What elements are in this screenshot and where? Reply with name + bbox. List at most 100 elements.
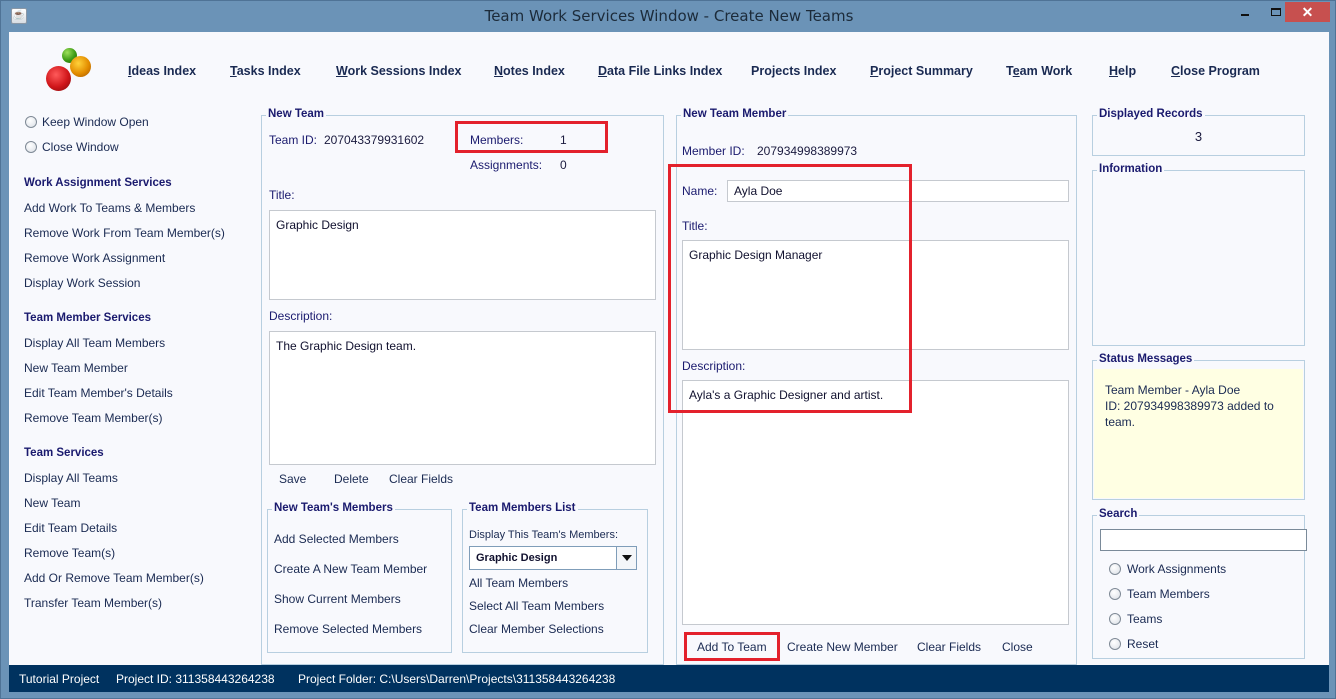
nav-label: deas Index [131, 64, 197, 78]
clear-member-selections-button[interactable]: Clear Member Selections [469, 622, 604, 636]
team-members-list-group: Team Members List Display This Team's Me… [462, 502, 648, 653]
nav-mnemonic: T [230, 64, 237, 78]
minimize-icon [1241, 14, 1249, 16]
status-project-id: Project ID: 311358443264238 [116, 672, 275, 686]
sidebar-item-remove-work-assignment[interactable]: Remove Work Assignment [24, 251, 165, 265]
remove-selected-members-button[interactable]: Remove Selected Members [274, 622, 422, 636]
nav-label: am Work [1019, 64, 1073, 78]
member-title-textarea[interactable]: Graphic Design Manager [682, 240, 1069, 350]
nav-mnemonic: C [1171, 64, 1181, 78]
nav-label: asks Index [236, 64, 301, 78]
member-title-label: Title: [682, 219, 708, 233]
maximize-icon [1271, 8, 1281, 16]
search-radio-work-assignments[interactable]: Work Assignments [1109, 562, 1226, 576]
status-project-folder: Project Folder: C:\Users\Darren\Projects… [298, 672, 616, 686]
save-team-button[interactable]: Save [279, 472, 306, 486]
chevron-down-icon[interactable] [616, 547, 636, 569]
create-new-member-button[interactable]: Create New Member [787, 640, 898, 654]
sidebar-item-edit-team-details[interactable]: Edit Team Details [24, 521, 117, 535]
assignments-label: Assignments: [470, 158, 543, 172]
nav-label-prefix: T [1006, 64, 1013, 78]
displayed-records-group: Displayed Records 3 [1092, 108, 1305, 156]
nav-label: elp [1118, 64, 1137, 78]
minimize-button[interactable] [1231, 2, 1259, 22]
radio-label: Close Window [42, 140, 119, 154]
search-group: Search Work Assignments Team Members Tea… [1092, 508, 1307, 659]
member-description-textarea[interactable]: Ayla's a Graphic Designer and artist. [682, 380, 1069, 625]
search-input[interactable] [1100, 529, 1307, 551]
select-all-team-members-button[interactable]: Select All Team Members [469, 599, 604, 613]
nav-data-file-links-index[interactable]: Data File Links Index [598, 64, 722, 78]
team-select-dropdown[interactable]: Graphic Design [469, 546, 637, 570]
clear-team-fields-button[interactable]: Clear Fields [389, 472, 453, 486]
clear-member-fields-button[interactable]: Clear Fields [917, 640, 981, 654]
radio-icon [1109, 638, 1121, 650]
title-bar[interactable]: ☕ Team Work Services Window - Create New… [1, 1, 1336, 32]
nav-label: roject Summary [878, 64, 973, 78]
close-window-button[interactable]: ✕ [1285, 2, 1330, 22]
team-description-textarea[interactable]: The Graphic Design team. [269, 331, 656, 465]
status-project-name: Tutorial Project [19, 672, 100, 686]
nav-projects-index[interactable]: Projects Index [751, 64, 836, 78]
new-team-group: New Team Team ID: 207043379931602 Member… [261, 108, 664, 665]
radio-icon [1109, 563, 1121, 575]
radio-icon [1109, 613, 1121, 625]
nav-team-work[interactable]: Team Work [1006, 64, 1072, 78]
sidebar-item-add-work[interactable]: Add Work To Teams & Members [24, 201, 195, 215]
team-select-value: Graphic Design [476, 552, 558, 564]
sidebar-item-new-team[interactable]: New Team [24, 496, 80, 510]
nav-close-program[interactable]: Close Program [1171, 64, 1260, 78]
new-team-group-title: New Team [266, 108, 327, 120]
create-new-team-member-button[interactable]: Create A New Team Member [274, 562, 427, 576]
show-current-members-button[interactable]: Show Current Members [274, 592, 401, 606]
radio-label: Team Members [1127, 587, 1210, 601]
radio-icon [25, 116, 37, 128]
member-description-label: Description: [682, 359, 746, 373]
nav-label: Projects Index [751, 64, 837, 78]
new-teams-members-title: New Team's Members [272, 502, 395, 514]
nav-mnemonic: e [1012, 64, 1020, 78]
delete-team-button[interactable]: Delete [334, 472, 369, 486]
nav-label: otes Index [503, 64, 565, 78]
sidebar-item-remove-work-from-member[interactable]: Remove Work From Team Member(s) [24, 226, 225, 240]
sidebar-item-new-team-member[interactable]: New Team Member [24, 361, 128, 375]
sidebar-item-transfer-members[interactable]: Transfer Team Member(s) [24, 596, 162, 610]
sidebar-item-remove-teams[interactable]: Remove Team(s) [24, 546, 115, 560]
nav-mnemonic: W [336, 64, 348, 78]
keep-window-open-radio[interactable]: Keep Window Open [25, 115, 149, 129]
sidebar-item-edit-member-details[interactable]: Edit Team Member's Details [24, 386, 173, 400]
close-member-panel-button[interactable]: Close [1002, 640, 1033, 654]
nav-help[interactable]: Help [1109, 64, 1136, 78]
nav-work-sessions-index[interactable]: Work Sessions Index [336, 64, 462, 78]
sidebar-item-display-all-members[interactable]: Display All Team Members [24, 336, 165, 350]
section-heading-work-assignment: Work Assignment Services [24, 177, 172, 189]
all-team-members-button[interactable]: All Team Members [469, 576, 568, 590]
sidebar-item-add-remove-members[interactable]: Add Or Remove Team Member(s) [24, 571, 204, 585]
status-bar: Tutorial Project Project ID: 31135844326… [9, 665, 1329, 692]
display-team-members-label: Display This Team's Members: [469, 529, 619, 541]
section-heading-team-member: Team Member Services [24, 312, 151, 324]
search-radio-team-members[interactable]: Team Members [1109, 587, 1210, 601]
nav-project-summary[interactable]: Project Summary [870, 64, 973, 78]
sidebar-item-remove-members[interactable]: Remove Team Member(s) [24, 411, 162, 425]
status-messages-group: Status Messages Team Member - Ayla Doe I… [1092, 353, 1305, 500]
nav-notes-index[interactable]: Notes Index [494, 64, 565, 78]
radio-icon [1109, 588, 1121, 600]
team-title-textarea[interactable]: Graphic Design [269, 210, 656, 300]
new-team-member-group: New Team Member Member ID: 2079349983899… [676, 108, 1077, 665]
close-window-radio[interactable]: Close Window [25, 140, 119, 154]
search-radio-teams[interactable]: Teams [1109, 612, 1162, 626]
sidebar-item-display-all-teams[interactable]: Display All Teams [24, 471, 118, 485]
nav-ideas-index[interactable]: Ideas Index [128, 64, 196, 78]
client-area: Ideas Index Tasks Index Work Sessions In… [9, 32, 1329, 665]
member-name-input[interactable]: Ayla Doe [727, 180, 1069, 202]
add-to-team-button[interactable]: Add To Team [697, 640, 767, 654]
status-messages-title: Status Messages [1097, 353, 1195, 365]
add-selected-members-button[interactable]: Add Selected Members [274, 532, 399, 546]
team-id-label: Team ID: [269, 133, 318, 147]
nav-tasks-index[interactable]: Tasks Index [230, 64, 301, 78]
team-title-label: Title: [269, 188, 295, 202]
search-radio-reset[interactable]: Reset [1109, 637, 1158, 651]
displayed-records-title: Displayed Records [1097, 108, 1205, 120]
sidebar-item-display-work-session[interactable]: Display Work Session [24, 276, 140, 290]
